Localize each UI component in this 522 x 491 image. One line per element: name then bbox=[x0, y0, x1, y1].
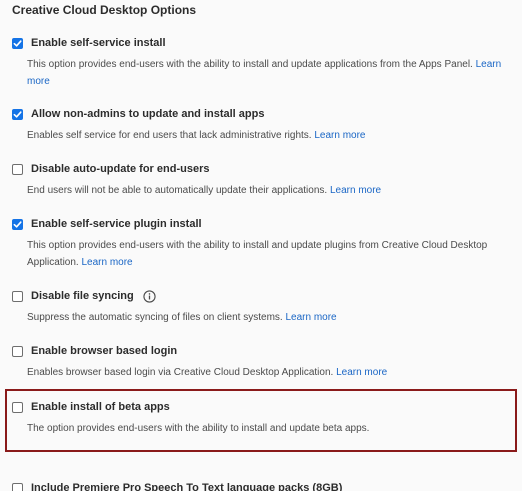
option-non-admins-update: Allow non-admins to update and install a… bbox=[12, 106, 512, 144]
self-service-install-checkbox[interactable] bbox=[12, 37, 23, 49]
option-description: Enables self service for end users that … bbox=[27, 127, 517, 144]
learn-more-link[interactable]: Learn more bbox=[314, 130, 365, 141]
options-page: Creative Cloud Desktop Options Enable se… bbox=[0, 0, 522, 491]
option-beta-apps: Enable install of beta apps The option p… bbox=[12, 399, 512, 437]
non-admins-update-checkbox[interactable] bbox=[12, 108, 23, 120]
checkmark-icon bbox=[13, 110, 22, 118]
browser-login-checkbox[interactable] bbox=[12, 345, 23, 357]
option-label: Enable install of beta apps bbox=[31, 401, 170, 413]
option-label: Include Premiere Pro Speech To Text lang… bbox=[31, 482, 343, 491]
learn-more-link[interactable]: Learn more bbox=[336, 367, 387, 378]
section-title: Creative Cloud Desktop Options bbox=[12, 3, 197, 17]
option-label: Disable auto-update for end-users bbox=[31, 163, 210, 175]
option-label: Enable self-service plugin install bbox=[31, 218, 202, 230]
option-self-service-install: Enable self-service install This option … bbox=[12, 35, 512, 90]
option-label: Disable file syncing bbox=[31, 290, 134, 302]
description-text: End users will not be able to automatica… bbox=[27, 185, 328, 196]
option-label: Enable self-service install bbox=[31, 37, 166, 49]
option-description: Suppress the automatic syncing of files … bbox=[27, 309, 517, 326]
description-text: Suppress the automatic syncing of files … bbox=[27, 312, 283, 323]
description-text: The option provides end-users with the a… bbox=[27, 423, 370, 434]
option-disable-file-syncing: Disable file syncing Suppress the automa… bbox=[12, 288, 512, 326]
checkmark-icon bbox=[13, 220, 22, 228]
option-label: Enable browser based login bbox=[31, 345, 178, 357]
info-icon[interactable] bbox=[143, 289, 156, 303]
learn-more-link[interactable]: Learn more bbox=[285, 312, 336, 323]
option-description: The option provides end-users with the a… bbox=[27, 420, 517, 437]
speech-to-text-checkbox[interactable] bbox=[12, 482, 23, 491]
option-description: This option provides end-users with the … bbox=[27, 237, 517, 271]
option-disable-auto-update: Disable auto-update for end-users End us… bbox=[12, 161, 512, 199]
option-description: End users will not be able to automatica… bbox=[27, 182, 517, 199]
beta-apps-checkbox[interactable] bbox=[12, 401, 23, 413]
description-text: This option provides end-users with the … bbox=[27, 59, 473, 70]
option-label: Allow non-admins to update and install a… bbox=[31, 108, 265, 120]
option-plugin-install: Enable self-service plugin install This … bbox=[12, 216, 512, 271]
learn-more-link[interactable]: Learn more bbox=[330, 185, 381, 196]
plugin-install-checkbox[interactable] bbox=[12, 218, 23, 230]
checkmark-icon bbox=[13, 39, 22, 47]
disable-auto-update-checkbox[interactable] bbox=[12, 163, 23, 175]
description-text: Enables browser based login via Creative… bbox=[27, 367, 334, 378]
option-speech-to-text: Include Premiere Pro Speech To Text lang… bbox=[12, 480, 512, 491]
option-description: Enables browser based login via Creative… bbox=[27, 364, 517, 381]
option-browser-login: Enable browser based login Enables brows… bbox=[12, 343, 512, 381]
description-text: Enables self service for end users that … bbox=[27, 130, 312, 141]
learn-more-link[interactable]: Learn more bbox=[81, 257, 132, 268]
option-description: This option provides end-users with the … bbox=[27, 56, 517, 90]
disable-file-syncing-checkbox[interactable] bbox=[12, 290, 23, 302]
